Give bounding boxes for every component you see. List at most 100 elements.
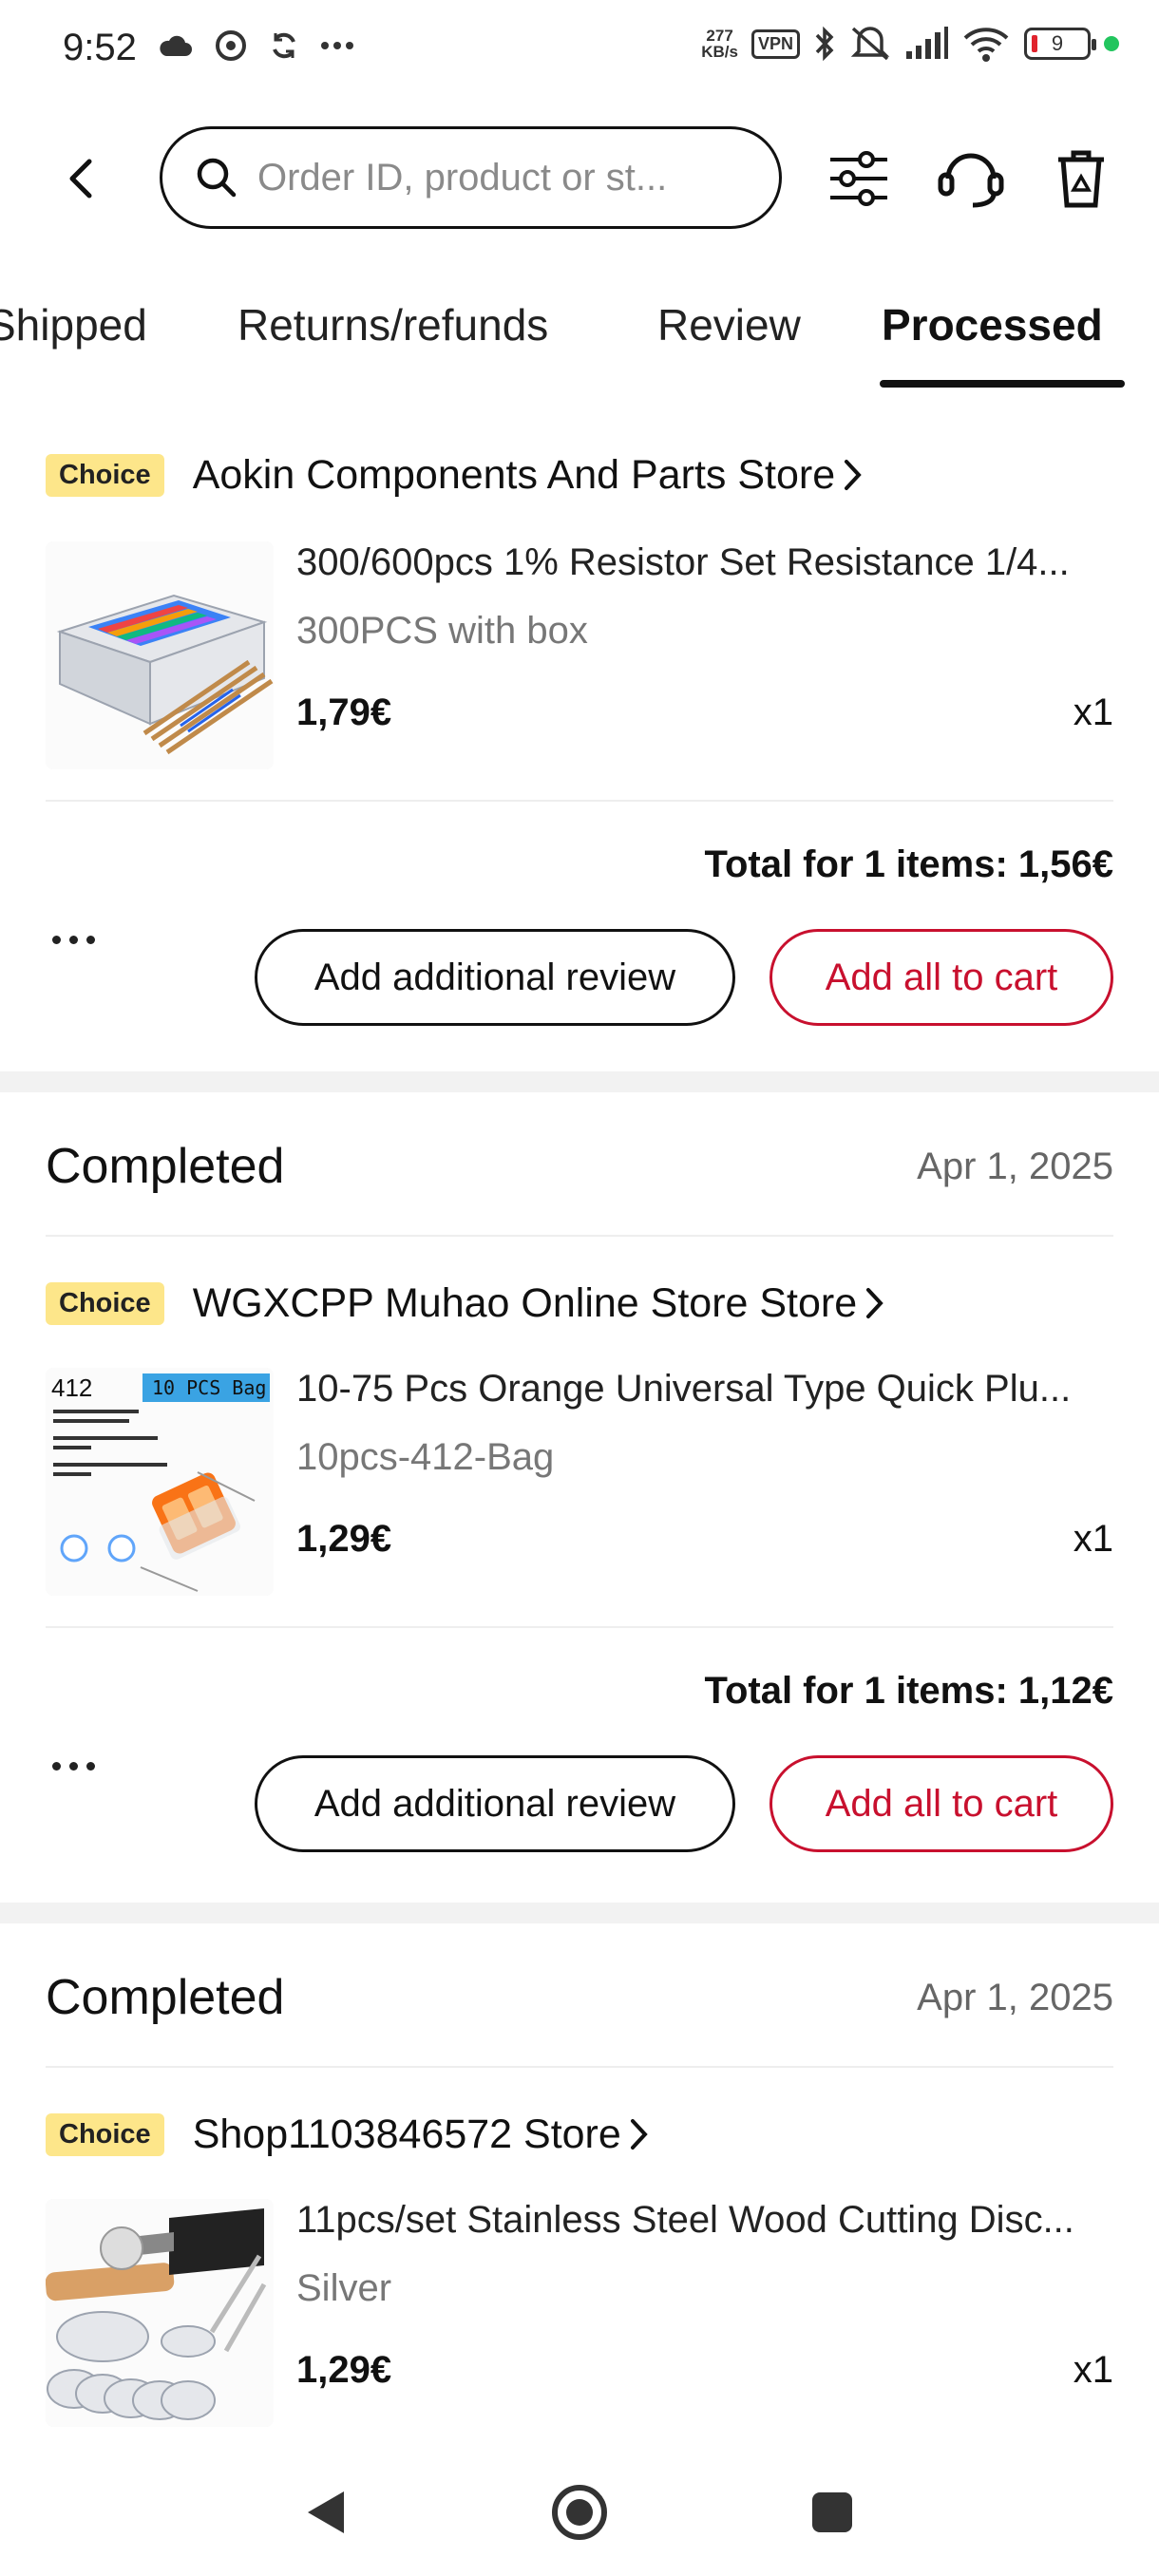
order-date: Apr 1, 2025: [917, 1976, 1113, 2018]
choice-badge: Choice: [46, 453, 164, 497]
product-title[interactable]: 300/600pcs 1% Resistor Set Resistance 1/…: [296, 541, 1113, 584]
status-bar: 9:52 277 KB/s VPN 9: [0, 0, 1159, 100]
chevron-right-icon: [864, 1286, 885, 1320]
add-additional-review-button[interactable]: Add additional review: [255, 1755, 735, 1852]
store-name[interactable]: Aokin Components And Parts Store: [193, 452, 835, 499]
product-title[interactable]: 10-75 Pcs Orange Universal Type Quick Pl…: [296, 1368, 1113, 1411]
store-row[interactable]: Choice WGXCPP Muhao Online Store Store: [46, 1275, 885, 1332]
product-title[interactable]: 11pcs/set Stainless Steel Wood Cutting D…: [296, 2199, 1113, 2242]
order-card: Completed Apr 1, 2025 Choice WGXCPP Muha…: [0, 1092, 1159, 1890]
order-total: Total for 1 items: 1,56€: [704, 843, 1113, 885]
battery-cap: [1092, 39, 1096, 50]
refresh-icon: [273, 32, 295, 59]
product-variant: 10pcs-412-Bag: [296, 1436, 555, 1478]
thumb-tag: 10 PCS Bag: [152, 1376, 266, 1399]
nav-back-button[interactable]: [293, 2479, 359, 2546]
cutting-disc-image: [46, 2199, 274, 2427]
search-input[interactable]: [257, 156, 751, 199]
mute-icon: [850, 27, 890, 61]
thumb-code: 412: [51, 1373, 92, 1402]
store-row[interactable]: Choice Shop1103846572 Store: [46, 2106, 650, 2163]
tab-review[interactable]: Review: [657, 299, 801, 350]
support-button[interactable]: [935, 142, 1006, 214]
battery-level: 9: [1051, 31, 1064, 55]
product-image[interactable]: [46, 2199, 274, 2427]
search-icon: [197, 158, 237, 198]
status-time: 9:52: [63, 27, 137, 68]
product-image[interactable]: [46, 541, 274, 769]
active-tab-indicator: [880, 380, 1125, 388]
add-all-to-cart-button[interactable]: Add all to cart: [770, 1755, 1113, 1852]
store-name[interactable]: Shop1103846572 Store: [193, 2112, 621, 2158]
more-icon-dot: [69, 935, 78, 944]
order-card: Choice Aokin Components And Parts Store …: [0, 437, 1159, 1064]
divider: [46, 2066, 1113, 2068]
back-button[interactable]: [52, 150, 109, 207]
nav-back-icon: [308, 2491, 344, 2533]
order-card: Completed Apr 1, 2025 Choice Shop1103846…: [0, 1923, 1159, 2455]
tab-shipped[interactable]: Shipped: [0, 299, 147, 350]
wifi-icon: [963, 28, 1009, 62]
choice-badge: Choice: [46, 2112, 164, 2156]
nav-recents-button[interactable]: [799, 2479, 865, 2546]
privacy-indicator-dot: [1104, 36, 1119, 51]
chevron-right-icon: [629, 2117, 650, 2151]
choice-badge: Choice: [46, 1281, 164, 1325]
back-icon: [69, 159, 92, 199]
support-icon: [938, 153, 1003, 207]
nav-recents-icon: [812, 2492, 852, 2532]
delete-button[interactable]: [1045, 142, 1116, 214]
tab-processed[interactable]: Processed: [882, 299, 1103, 350]
add-additional-review-button[interactable]: Add additional review: [255, 929, 735, 1026]
nav-home-icon: [552, 2485, 607, 2540]
more-icon-dot: [86, 1761, 95, 1771]
resistor-kit-image: [46, 541, 274, 769]
order-status-row: Completed Apr 1, 2025: [46, 1124, 1113, 1209]
connector-image: 412 10 PCS Bag: [46, 1368, 274, 1596]
signal-icon: [906, 27, 948, 59]
nav-home-button[interactable]: [546, 2479, 613, 2546]
bluetooth-icon: [815, 26, 834, 62]
sync-app-icon: [216, 30, 246, 61]
product-image[interactable]: 412 10 PCS Bag: [46, 1368, 274, 1596]
order-status: Completed: [46, 1970, 285, 2025]
add-all-to-cart-button[interactable]: Add all to cart: [770, 929, 1113, 1026]
trash-icon: [1057, 150, 1104, 207]
product-price: 1,29€: [296, 2349, 392, 2391]
header: [0, 123, 1159, 237]
order-tabs: Shipped Returns/refunds Review Processed: [0, 285, 1159, 399]
status-system-icons: 277 KB/s VPN 9: [701, 25, 1119, 63]
filter-button[interactable]: [823, 142, 894, 214]
more-options-button[interactable]: [52, 1747, 109, 1785]
divider: [46, 1626, 1113, 1628]
product-quantity: x1: [1073, 691, 1113, 733]
product-quantity: x1: [1073, 2349, 1113, 2391]
more-icon: [52, 935, 61, 944]
vpn-icon: VPN: [750, 28, 800, 59]
system-navigation-bar: [0, 2451, 1159, 2576]
store-name[interactable]: WGXCPP Muhao Online Store Store: [193, 1280, 857, 1327]
order-date: Apr 1, 2025: [917, 1145, 1113, 1187]
order-status-row: Completed Apr 1, 2025: [46, 1955, 1113, 2040]
battery-icon: 9: [1024, 28, 1096, 60]
section-separator: [0, 1903, 1159, 1923]
more-options-button[interactable]: [52, 920, 109, 958]
net-speed-value: 277: [706, 27, 733, 45]
search-bar[interactable]: [160, 126, 782, 229]
product-variant: Silver: [296, 2267, 392, 2309]
more-icon-dot: [69, 1761, 78, 1771]
divider: [46, 1235, 1113, 1237]
section-separator: [0, 1071, 1159, 1092]
tab-returns-refunds[interactable]: Returns/refunds: [238, 299, 548, 350]
filter-icon: [829, 150, 887, 206]
status-notification-icons: [157, 28, 354, 63]
chevron-right-icon: [843, 458, 864, 492]
cloud-icon: [160, 35, 192, 56]
more-icon-dot: [86, 935, 95, 944]
product-variant: 300PCS with box: [296, 610, 588, 652]
more-notifications-icon: [321, 42, 353, 49]
divider: [46, 800, 1113, 802]
battery-low-bar: [1032, 35, 1037, 52]
store-row[interactable]: Choice Aokin Components And Parts Store: [46, 446, 864, 503]
product-price: 1,79€: [296, 691, 392, 733]
